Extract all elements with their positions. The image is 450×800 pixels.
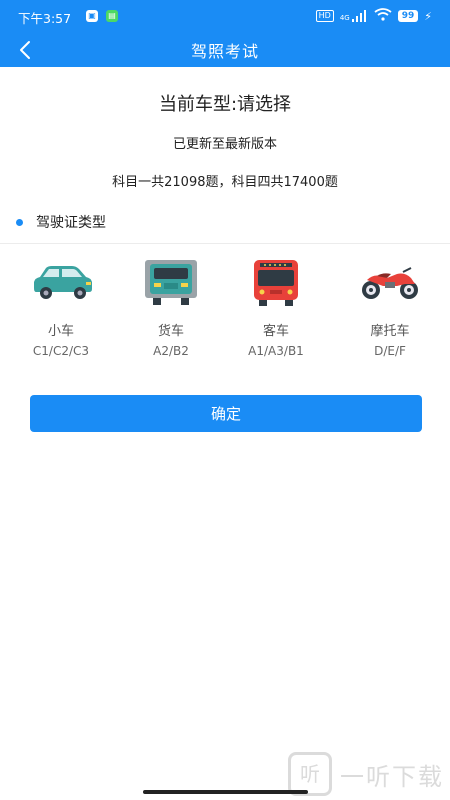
vehicle-option-bus[interactable]: 客车 A1/A3/B1	[226, 256, 326, 366]
vehicle-name: 摩托车	[370, 324, 410, 339]
vehicle-codes: A2/B2	[153, 344, 189, 358]
vehicle-codes: D/E/F	[374, 344, 406, 358]
vehicle-name: 客车	[262, 324, 289, 339]
vehicle-name: 小车	[47, 324, 74, 339]
section-dot-icon	[16, 218, 23, 226]
vehicle-type-list: 小车 C1/C2/C3 货车 A2/B2 客车 A1/A3/B1 摩托车 D/E…	[0, 256, 450, 366]
car-icon	[34, 266, 92, 299]
charging-icon: ⚡	[424, 9, 432, 23]
battery-indicator: 99	[397, 10, 419, 22]
vehicle-name: 货车	[157, 324, 184, 339]
watermark-text: 一听下载	[340, 762, 444, 791]
wifi-icon	[374, 8, 392, 24]
motorcycle-icon	[362, 267, 418, 299]
signal-icon: 4G	[340, 10, 368, 22]
update-status: 已更新至最新版本	[172, 137, 277, 152]
question-counts: 科目一共21098题，科目四共17400题	[112, 175, 338, 190]
notification-shield-icon: ▣	[86, 10, 98, 22]
current-vehicle-type: 当前车型:请选择	[158, 94, 292, 115]
truck-icon	[145, 260, 197, 305]
vehicle-codes: A1/A3/B1	[248, 344, 304, 358]
vehicle-option-truck[interactable]: 货车 A2/B2	[121, 256, 221, 366]
vehicle-codes: C1/C2/C3	[32, 344, 90, 358]
vehicle-option-car[interactable]: 小车 C1/C2/C3	[11, 256, 111, 366]
confirm-button[interactable]: 确定	[30, 395, 422, 432]
license-type-section-header: 驾驶证类型	[16, 211, 106, 233]
status-indicators: HD 4G 99 ⚡	[315, 8, 432, 24]
network-label: 4G	[339, 14, 350, 22]
notification-message-icon: ▤	[106, 10, 118, 22]
vehicle-option-motorcycle[interactable]: 摩托车 D/E/F	[340, 256, 440, 366]
status-bar: 下午3:57 ▣ ▤ HD 4G 99 ⚡	[0, 0, 450, 34]
nav-bar: 驾照考试	[0, 34, 450, 67]
app-header: 下午3:57 ▣ ▤ HD 4G 99 ⚡ 驾照考试	[0, 0, 450, 67]
divider	[0, 243, 450, 244]
page-title: 驾照考试	[190, 42, 259, 61]
section-title: 驾驶证类型	[36, 215, 106, 231]
bus-icon	[254, 260, 298, 306]
hd-badge: HD	[315, 10, 334, 22]
home-indicator[interactable]	[143, 790, 308, 794]
status-time: 下午3:57	[18, 11, 72, 26]
watermark: 听 一听下载	[288, 752, 444, 796]
